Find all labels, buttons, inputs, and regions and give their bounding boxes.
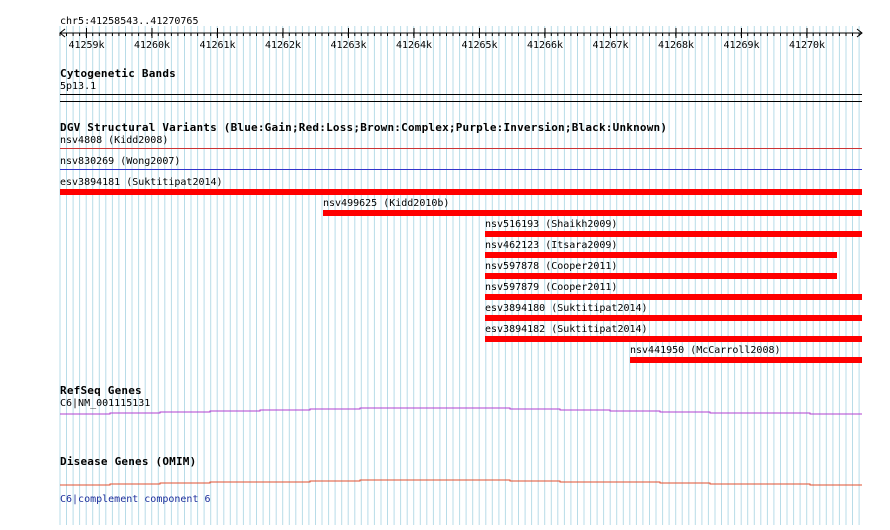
- omim-gene-line[interactable]: [0, 0, 890, 530]
- omim-gene-label[interactable]: C6|complement component 6: [60, 494, 211, 505]
